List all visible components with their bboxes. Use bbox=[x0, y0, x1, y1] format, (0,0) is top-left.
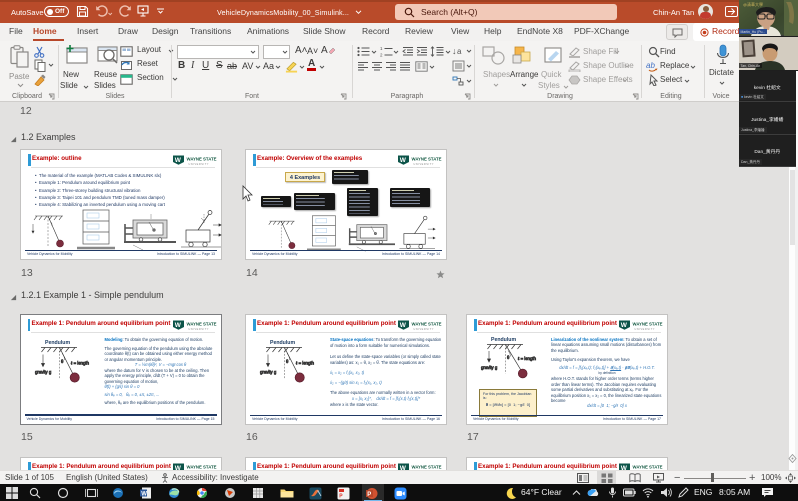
svg-text:UNIVERSITY: UNIVERSITY bbox=[635, 328, 656, 331]
svg-text:WAYNE STATE: WAYNE STATE bbox=[412, 465, 442, 470]
svg-text:Pendulum: Pendulum bbox=[45, 340, 70, 346]
svg-text:2: 2 bbox=[380, 53, 383, 58]
svg-text:WAYNE STATE: WAYNE STATE bbox=[186, 321, 216, 326]
svg-text:ab: ab bbox=[646, 61, 655, 70]
svg-text:WAYNE STATE: WAYNE STATE bbox=[187, 465, 217, 470]
svg-text:1: 1 bbox=[380, 46, 383, 51]
svg-text:gravity g: gravity g bbox=[35, 369, 52, 374]
svg-text:WAYNE STATE: WAYNE STATE bbox=[633, 465, 663, 470]
svg-text:Pendulum: Pendulum bbox=[270, 340, 295, 346]
svg-text:θ: θ bbox=[286, 359, 289, 364]
svg-text:ℓ = length: ℓ = length bbox=[296, 361, 315, 366]
svg-text:Pendulum: Pendulum bbox=[491, 337, 516, 343]
svg-text:θ: θ bbox=[507, 355, 510, 360]
svg-text:UNIVERSITY: UNIVERSITY bbox=[189, 163, 210, 166]
svg-text:W: W bbox=[175, 157, 182, 164]
svg-text:gravity g: gravity g bbox=[260, 370, 277, 375]
svg-text:↓: ↓ bbox=[452, 46, 457, 56]
svg-text:W: W bbox=[400, 157, 407, 164]
svg-text:WAYNE STATE: WAYNE STATE bbox=[187, 157, 217, 162]
svg-text:WAYNE STATE: WAYNE STATE bbox=[412, 157, 442, 162]
svg-text:WAYNE STATE: WAYNE STATE bbox=[412, 322, 442, 327]
svg-text:a: a bbox=[457, 47, 462, 56]
svg-text:gravity g: gravity g bbox=[481, 365, 498, 370]
svg-text:@清華大學: @清華大學 bbox=[743, 1, 763, 7]
svg-text:W: W bbox=[174, 322, 181, 329]
svg-text:W: W bbox=[400, 322, 407, 329]
svg-text:W: W bbox=[621, 322, 628, 329]
svg-text:UNIVERSITY: UNIVERSITY bbox=[414, 163, 435, 166]
svg-text:ℓ = length: ℓ = length bbox=[71, 360, 90, 365]
svg-text:W: W bbox=[141, 491, 147, 497]
svg-text:θ: θ bbox=[61, 359, 64, 364]
svg-text:UNIVERSITY: UNIVERSITY bbox=[188, 327, 209, 330]
svg-text:P: P bbox=[367, 492, 371, 498]
svg-text:UNIVERSITY: UNIVERSITY bbox=[414, 328, 435, 331]
svg-text:WAYNE STATE: WAYNE STATE bbox=[633, 322, 663, 327]
svg-text:ℓ = length: ℓ = length bbox=[518, 356, 537, 361]
